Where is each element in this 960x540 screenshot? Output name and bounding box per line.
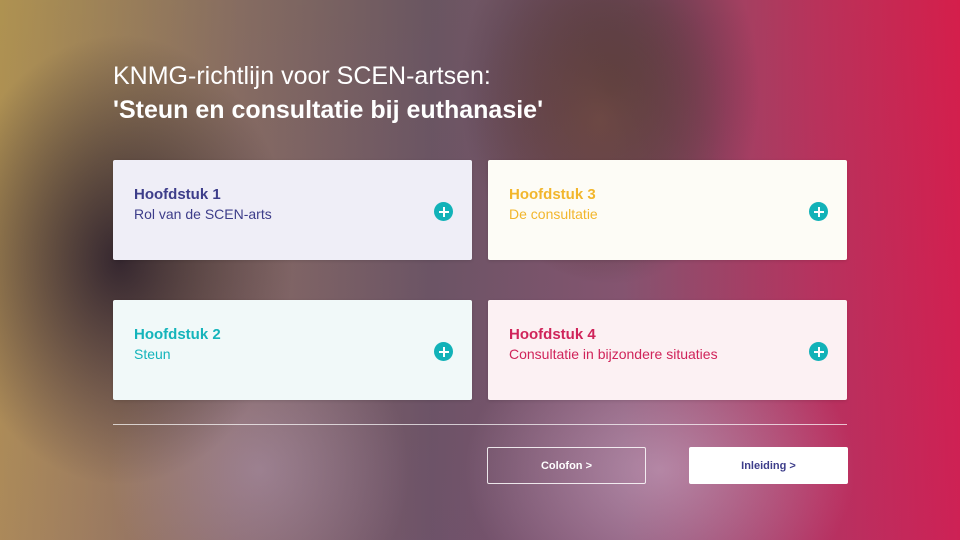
- chapter-subtitle: De consultatie: [509, 206, 598, 222]
- chapter-card-4[interactable]: Hoofdstuk 4 Consultatie in bijzondere si…: [488, 300, 847, 400]
- plus-circle-icon[interactable]: [809, 202, 828, 221]
- chapter-heading: Hoofdstuk 2: [134, 326, 221, 343]
- inleiding-button[interactable]: Inleiding >: [689, 447, 848, 484]
- colofon-button[interactable]: Colofon >: [487, 447, 646, 484]
- chapter-subtitle: Steun: [134, 346, 171, 362]
- chapter-heading: Hoofdstuk 3: [509, 186, 596, 203]
- plus-circle-icon[interactable]: [434, 342, 453, 361]
- chapter-heading: Hoofdstuk 1: [134, 186, 221, 203]
- chapter-card-3[interactable]: Hoofdstuk 3 De consultatie: [488, 160, 847, 260]
- plus-circle-icon[interactable]: [809, 342, 828, 361]
- chapter-card-1[interactable]: Hoofdstuk 1 Rol van de SCEN-arts: [113, 160, 472, 260]
- divider: [113, 424, 847, 425]
- chapter-subtitle: Consultatie in bijzondere situaties: [509, 346, 718, 362]
- title-line-1: KNMG-richtlijn voor SCEN-artsen:: [113, 62, 491, 90]
- chapter-subtitle: Rol van de SCEN-arts: [134, 206, 272, 222]
- plus-circle-icon[interactable]: [434, 202, 453, 221]
- title-line-2: 'Steun en consultatie bij euthanasie': [113, 96, 544, 124]
- chapter-heading: Hoofdstuk 4: [509, 326, 596, 343]
- chapter-card-2[interactable]: Hoofdstuk 2 Steun: [113, 300, 472, 400]
- page-title: KNMG-richtlijn voor SCEN-artsen: 'Steun …: [113, 60, 543, 128]
